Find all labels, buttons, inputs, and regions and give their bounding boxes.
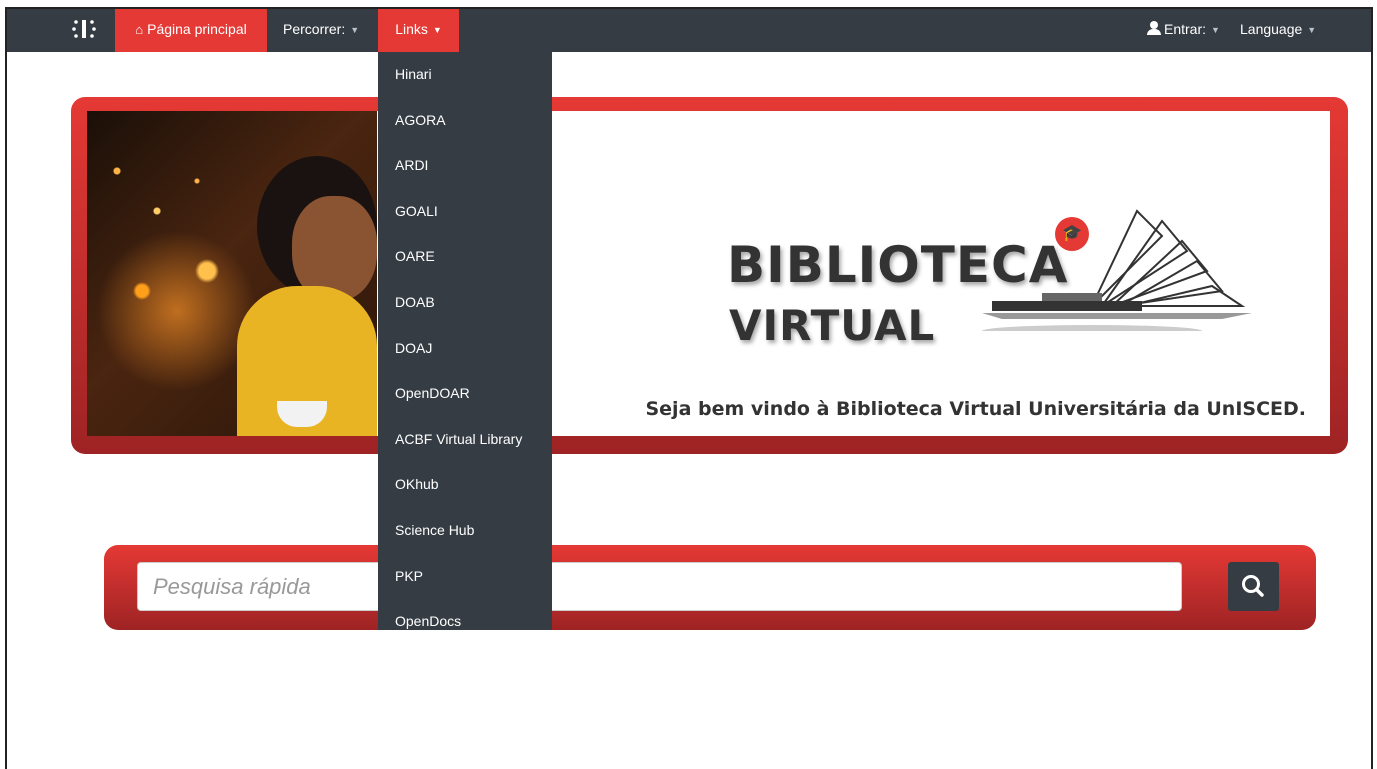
logo-subtitle: VIRTUAL: [729, 301, 936, 350]
home-icon: ⌂: [135, 22, 144, 37]
nav-login-label: Entrar:: [1164, 21, 1207, 37]
nav-home-link[interactable]: ⌂ Página principal: [115, 9, 267, 52]
logo-title: BIBLIOTECA: [727, 236, 1069, 294]
menu-item-ardi[interactable]: ARDI: [378, 143, 552, 189]
user-icon: [1147, 21, 1161, 35]
menu-item-agora[interactable]: AGORA: [378, 98, 552, 144]
hero-photo-image: [87, 111, 377, 436]
nav-language-label: Language: [1240, 21, 1303, 37]
caret-down-icon: ▼: [1211, 25, 1220, 36]
menu-item-science-hub[interactable]: Science Hub: [378, 508, 552, 554]
quick-search-bar: [104, 545, 1316, 630]
menu-item-hinari[interactable]: Hinari: [378, 52, 552, 98]
menu-item-opendoar[interactable]: OpenDOAR: [378, 371, 552, 417]
menu-item-oare[interactable]: OARE: [378, 234, 552, 280]
nav-language-dropdown[interactable]: Language ▼: [1240, 9, 1316, 52]
menu-item-goali[interactable]: GOALI: [378, 189, 552, 235]
menu-item-okhub[interactable]: OKhub: [378, 462, 552, 508]
nav-login-dropdown[interactable]: Entrar: ▼: [1147, 9, 1220, 52]
menu-item-doaj[interactable]: DOAJ: [378, 326, 552, 372]
links-dropdown-menu: Hinari AGORA ARDI GOALI OARE DOAB DOAJ O…: [378, 52, 552, 630]
caret-down-icon: ▼: [432, 25, 442, 36]
caret-down-icon: ▼: [1307, 25, 1317, 36]
menu-item-acbf-virtual-library[interactable]: ACBF Virtual Library: [378, 417, 552, 463]
nav-home-label: Página principal: [147, 21, 247, 37]
menu-item-pkp[interactable]: PKP: [378, 554, 552, 600]
quick-search-input[interactable]: [137, 562, 1182, 611]
nav-browse-dropdown[interactable]: Percorrer: ▼: [283, 9, 359, 52]
hero-banner-inner: 🎓 BIBLIOTECA VIRTUAL Seja bem vindo à Bi…: [87, 111, 1330, 436]
dspace-logo-icon[interactable]: [69, 14, 99, 44]
search-button[interactable]: [1228, 562, 1279, 611]
caret-down-icon: ▼: [350, 25, 360, 36]
hero-banner: 🎓 BIBLIOTECA VIRTUAL Seja bem vindo à Bi…: [71, 97, 1348, 454]
search-icon: [1242, 575, 1264, 597]
menu-item-doab[interactable]: DOAB: [378, 280, 552, 326]
top-navbar: ⌂ Página principal Percorrer: ▼ Links ▼ Ent…: [7, 9, 1371, 52]
biblioteca-virtual-logo: 🎓 BIBLIOTECA VIRTUAL: [667, 181, 1327, 381]
nav-links-label: Links: [395, 21, 428, 37]
page-frame: ⌂ Página principal Percorrer: ▼ Links ▼ Ent…: [5, 7, 1373, 769]
menu-item-opendocs[interactable]: OpenDocs: [378, 599, 552, 630]
welcome-message: Seja bem vindo à Biblioteca Virtual Univ…: [645, 398, 1306, 420]
nav-browse-label: Percorrer:: [283, 21, 346, 37]
nav-links-dropdown[interactable]: Links ▼: [378, 9, 459, 52]
